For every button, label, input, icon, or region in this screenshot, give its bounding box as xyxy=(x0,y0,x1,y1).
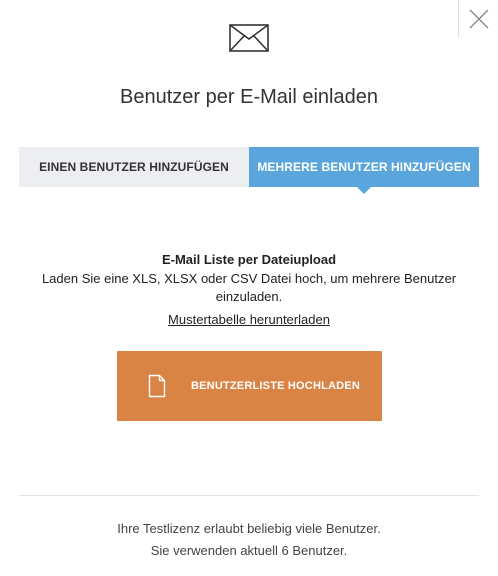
upload-section: E-Mail Liste per Dateiupload Laden Sie e… xyxy=(19,251,479,329)
close-button[interactable] xyxy=(458,0,498,38)
dialog-title: Benutzer per E-Mail einladen xyxy=(120,86,378,108)
divider xyxy=(19,495,479,496)
usage-line: Sie verwenden aktuell 6 Benutzer. xyxy=(150,543,348,558)
license-line: Ihre Testlizenz erlaubt beliebig viele B… xyxy=(117,521,381,536)
tab-multiple-users[interactable]: MEHRERE BENUTZER HINZUFÜGEN xyxy=(249,147,479,194)
tab-single-user[interactable]: EINEN BENUTZER HINZUFÜGEN xyxy=(19,147,249,187)
upload-button-label: BENUTZERLISTE HOCHLADEN xyxy=(191,380,360,392)
upload-user-list-button[interactable]: BENUTZERLISTE HOCHLADEN xyxy=(117,351,382,421)
close-icon xyxy=(469,9,488,29)
license-info: Ihre Testlizenz erlaubt beliebig viele B… xyxy=(0,518,498,562)
file-icon xyxy=(148,374,166,398)
upload-description: Laden Sie eine XLS, XLSX oder CSV Datei … xyxy=(41,271,457,304)
upload-title: E-Mail Liste per Dateiupload xyxy=(161,252,337,267)
envelope-icon xyxy=(229,24,269,52)
template-download-link[interactable]: Mustertabelle herunterladen xyxy=(168,312,330,327)
tab-bar: EINEN BENUTZER HINZUFÜGEN MEHRERE BENUTZ… xyxy=(19,147,479,194)
